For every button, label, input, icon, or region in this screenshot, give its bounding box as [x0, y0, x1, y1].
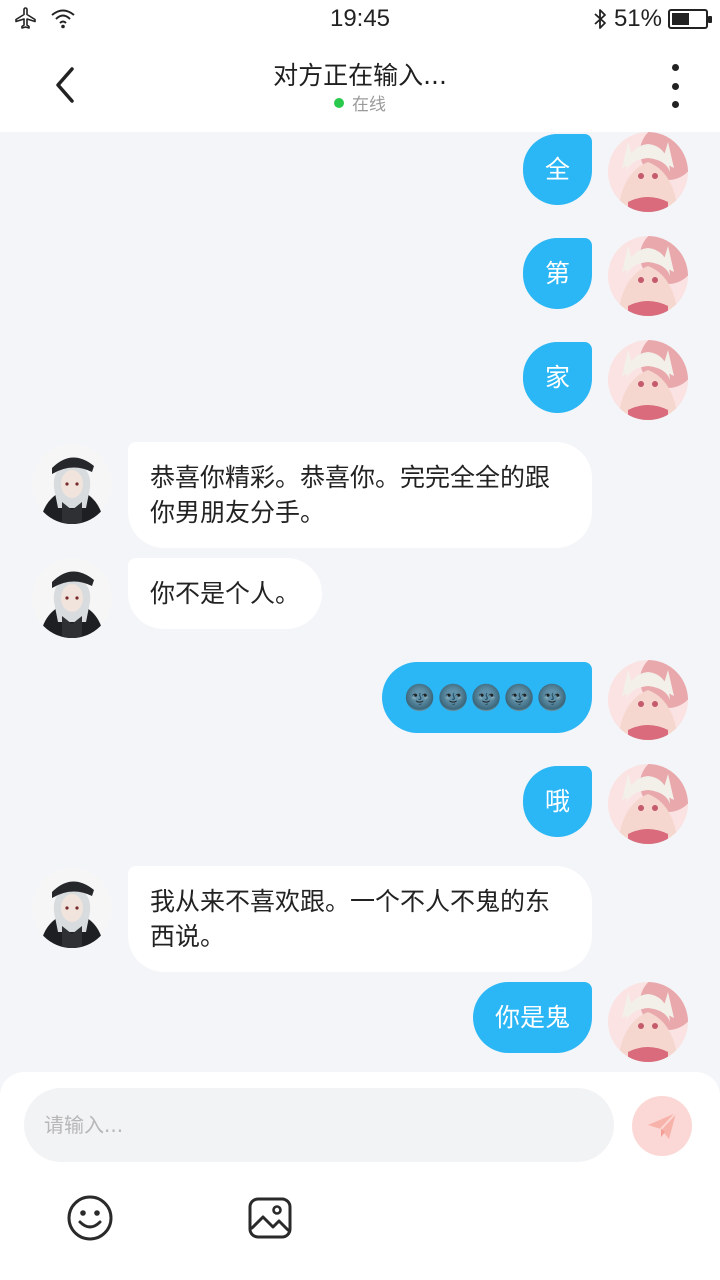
image-button[interactable]	[246, 1194, 294, 1242]
more-options-button[interactable]	[660, 64, 690, 108]
message-row: 全	[0, 132, 720, 212]
message-bubble[interactable]: 恭喜你精彩。恭喜你。完完全全的跟你男朋友分手。	[128, 442, 592, 548]
online-status-label: 在线	[352, 95, 386, 115]
battery-icon	[668, 9, 712, 29]
anime-girl-avatar-icon	[608, 340, 688, 420]
more-dot-icon	[671, 82, 679, 90]
anime-girl-avatar-icon	[608, 764, 688, 844]
image-icon	[248, 1197, 292, 1239]
online-status: 在线	[0, 90, 720, 115]
message-bubble[interactable]: 家	[522, 342, 592, 413]
message-input[interactable]	[24, 1088, 614, 1162]
more-dot-icon	[671, 101, 679, 108]
contact-avatar[interactable]	[32, 558, 112, 638]
send-button[interactable]	[632, 1096, 692, 1156]
more-dot-icon	[671, 64, 679, 71]
message-composer	[0, 1072, 720, 1280]
message-bubble[interactable]: 哦	[522, 766, 592, 837]
message-bubble[interactable]: 第	[522, 238, 592, 309]
my-avatar[interactable]	[608, 340, 688, 420]
message-bubble[interactable]: 我从来不喜欢跟。一个不人不鬼的东西说。	[128, 866, 592, 972]
message-bubble[interactable]: 你是鬼	[472, 982, 592, 1053]
chat-title: 对方正在输入...	[273, 61, 447, 90]
message-row: 哦	[0, 764, 720, 844]
message-row: 🌚🌚🌚🌚🌚	[0, 660, 720, 740]
emoji-button[interactable]	[66, 1194, 114, 1242]
contact-avatar[interactable]	[32, 444, 112, 524]
anime-girl-avatar-icon	[608, 982, 688, 1062]
anime-girl-avatar-icon	[608, 132, 688, 212]
message-row: 你是鬼	[0, 982, 720, 1062]
battery-text: 51%	[613, 5, 662, 32]
status-bar: 19:45 51%	[0, 0, 720, 38]
my-avatar[interactable]	[608, 236, 688, 316]
message-bubble[interactable]: 你不是个人。	[128, 558, 323, 629]
online-dot-icon	[334, 97, 344, 108]
message-bubble[interactable]: 🌚🌚🌚🌚🌚	[382, 662, 592, 733]
chat-header: 对方正在输入... 在线	[0, 38, 720, 132]
my-avatar[interactable]	[608, 132, 688, 212]
send-icon	[648, 1112, 677, 1139]
my-avatar[interactable]	[608, 660, 688, 740]
anime-girl-avatar-icon	[608, 660, 688, 740]
anime-girl-avatar-icon	[608, 236, 688, 316]
message-bubble[interactable]: 全	[522, 134, 592, 205]
message-row: 家	[0, 340, 720, 420]
message-list[interactable]: 全 第 家 恭喜你精彩。恭喜你。完完全全的跟你男朋友分手。 你不是个人。 🌚🌚🌚…	[0, 132, 720, 1072]
smiley-icon	[67, 1195, 113, 1241]
dark-character-avatar-icon	[32, 444, 112, 524]
dark-character-avatar-icon	[32, 558, 112, 638]
contact-avatar[interactable]	[32, 868, 112, 948]
dark-character-avatar-icon	[32, 868, 112, 948]
my-avatar[interactable]	[608, 982, 688, 1062]
message-row: 第	[0, 236, 720, 316]
message-row: 你不是个人。	[0, 556, 720, 638]
bluetooth-icon	[594, 9, 606, 29]
my-avatar[interactable]	[608, 764, 688, 844]
message-row: 恭喜你精彩。恭喜你。完完全全的跟你男朋友分手。	[0, 442, 720, 548]
message-row: 我从来不喜欢跟。一个不人不鬼的东西说。	[0, 866, 720, 972]
